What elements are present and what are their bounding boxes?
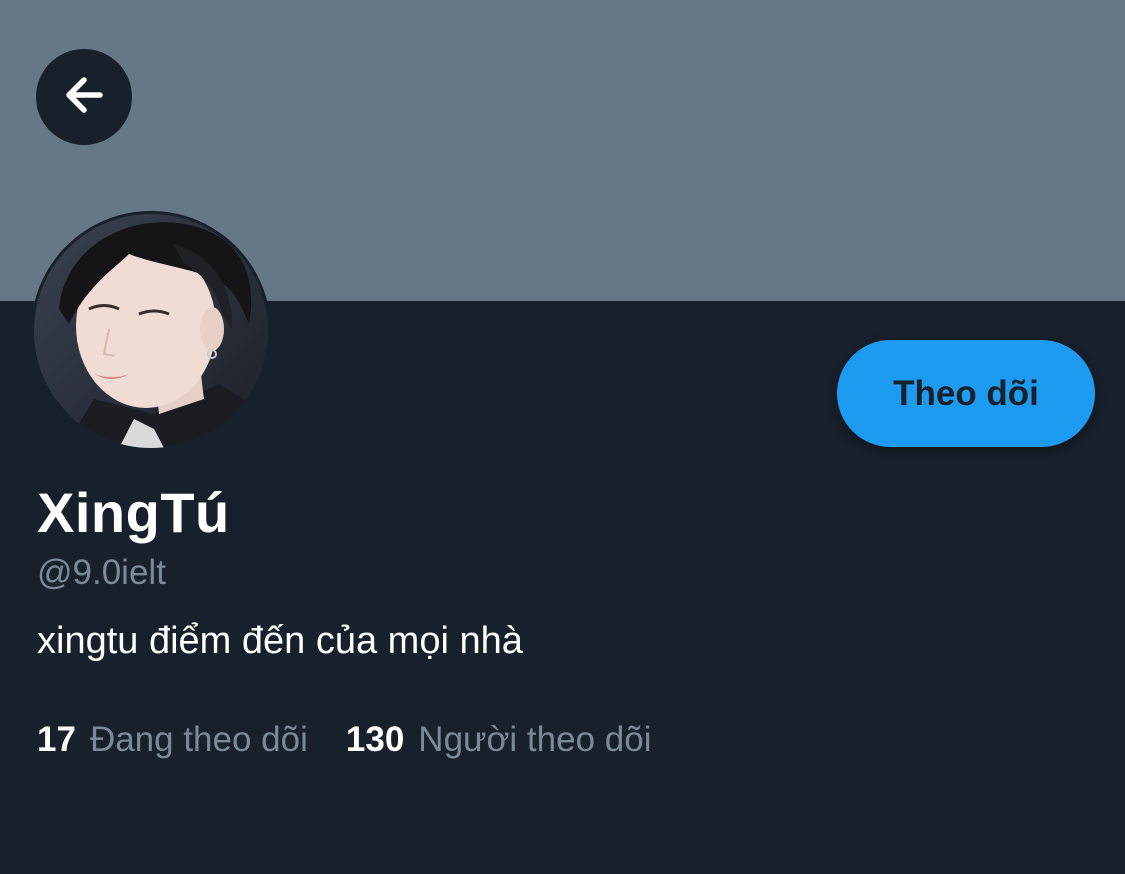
profile-stats: 17 Đang theo dõi 130 Người theo dõi	[37, 720, 689, 760]
profile-handle: @9.0ielt	[37, 553, 166, 592]
following-count: 17	[37, 720, 76, 759]
following-stat[interactable]: 17 Đang theo dõi	[37, 720, 308, 760]
followers-count: 130	[345, 720, 405, 759]
arrow-left-icon	[58, 69, 110, 126]
back-button[interactable]	[36, 49, 132, 145]
following-label: Đang theo dõi	[89, 720, 308, 759]
profile-name: XingTú	[37, 481, 230, 544]
avatar[interactable]	[31, 211, 271, 451]
avatar-image	[34, 214, 268, 448]
followers-label: Người theo dõi	[418, 720, 652, 759]
follow-button[interactable]: Theo dõi	[837, 340, 1095, 447]
followers-stat[interactable]: 130 Người theo dõi	[346, 720, 652, 760]
profile-bio: xingtu điểm đến của mọi nhà	[37, 620, 523, 662]
